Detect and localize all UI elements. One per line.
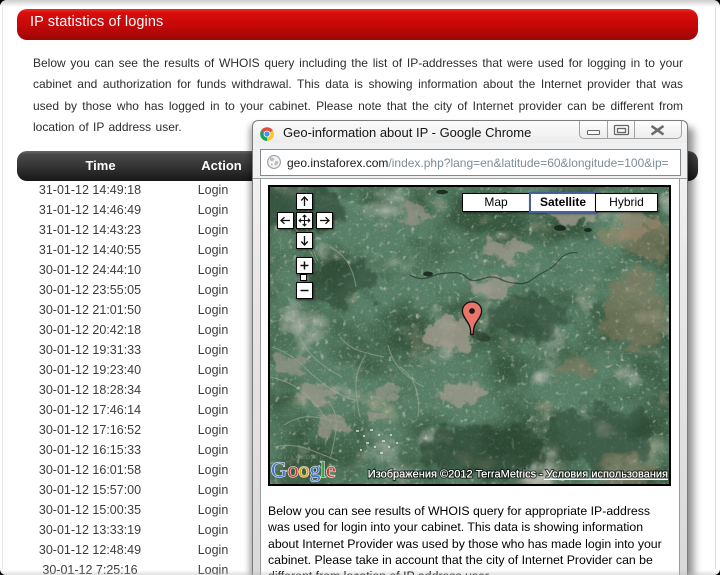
svg-text:Google: Google: [271, 457, 336, 482]
svg-text:Изображения ©2012 TerraMetrics: Изображения ©2012 TerraMetrics - Условия…: [368, 469, 668, 481]
